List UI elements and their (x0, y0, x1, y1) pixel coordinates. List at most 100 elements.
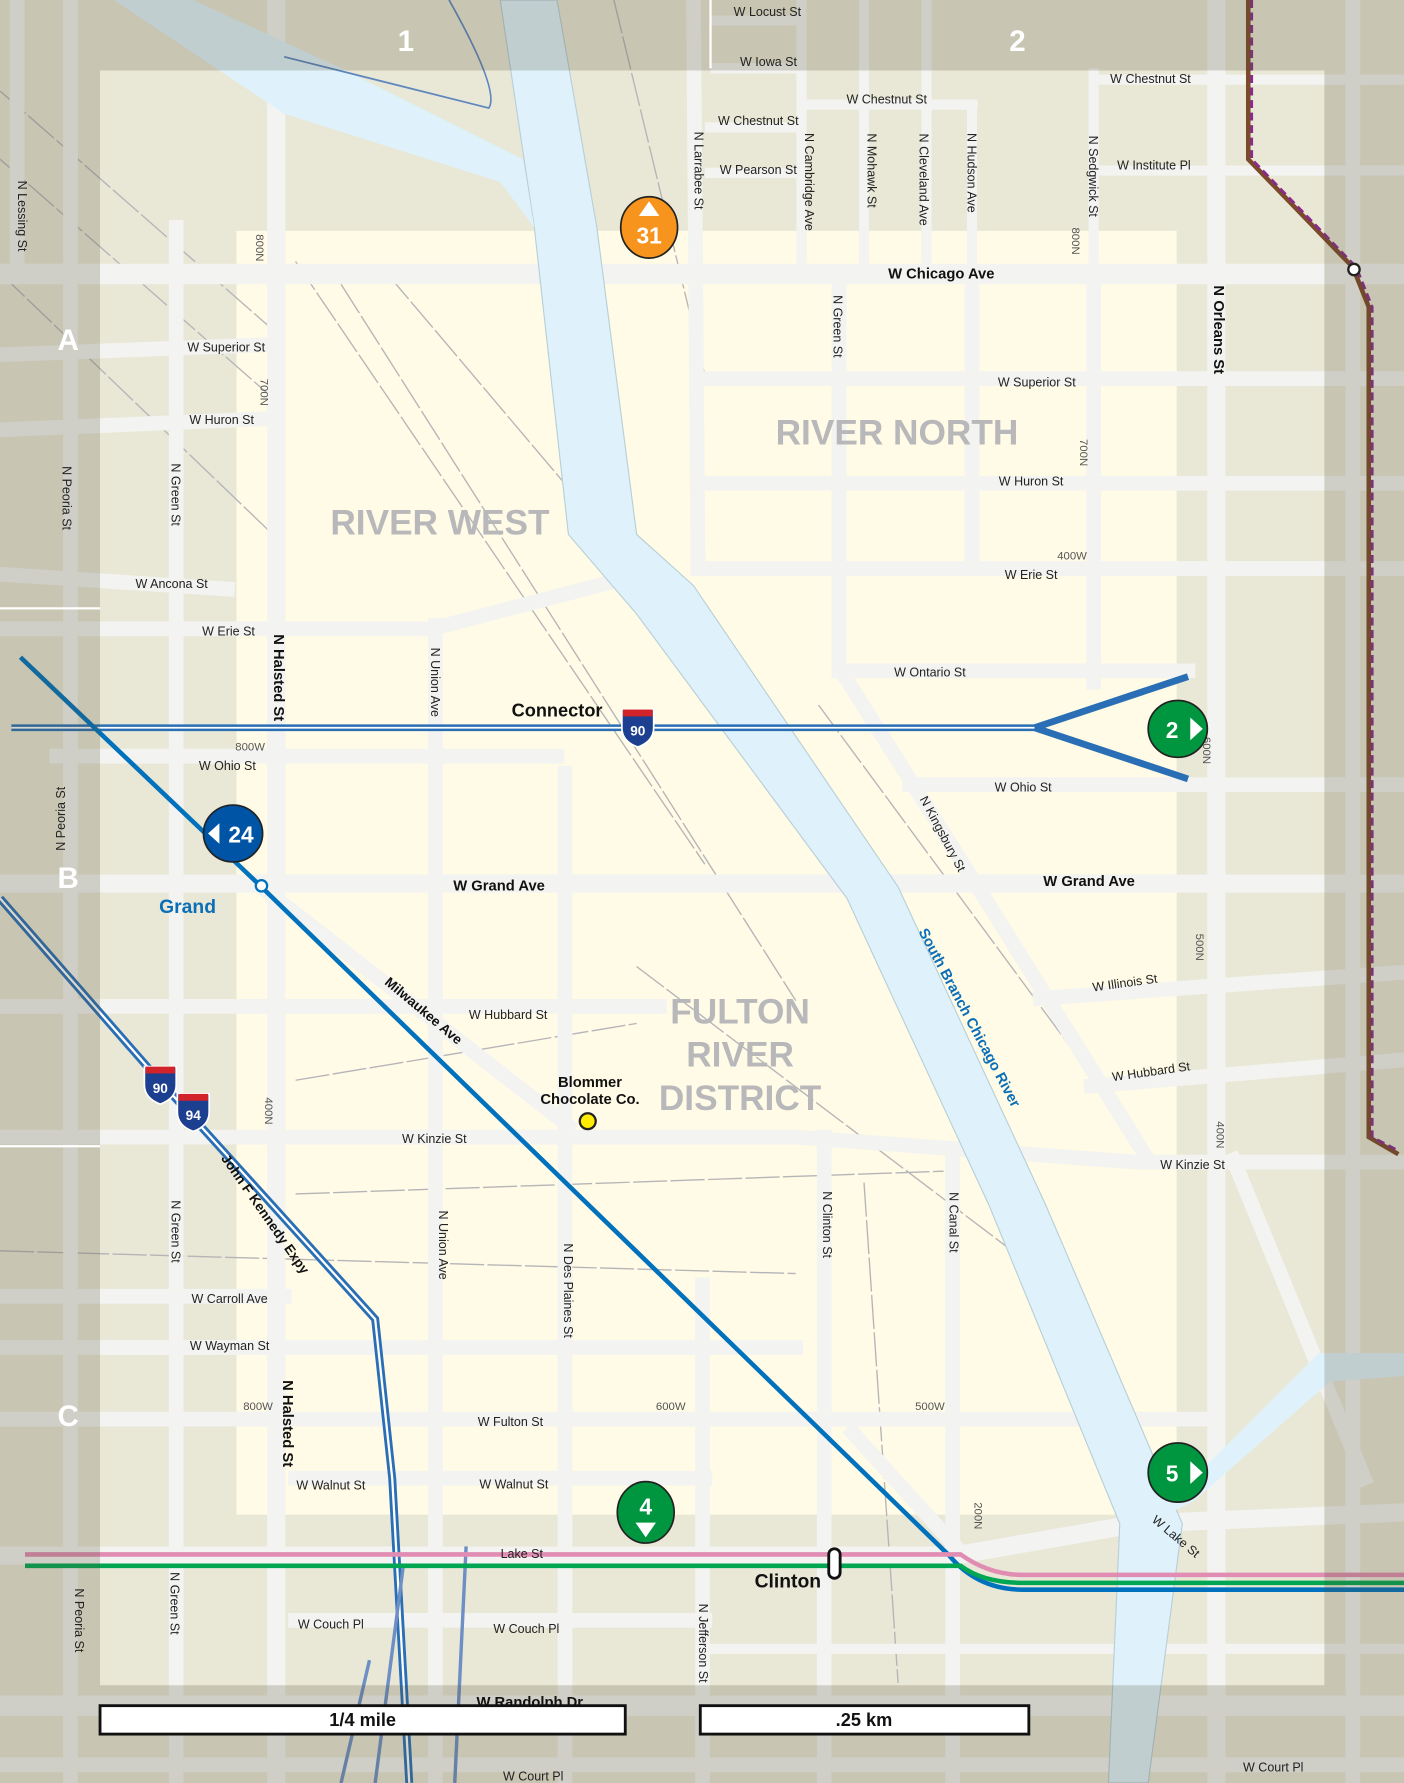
connector-label: Connector (512, 700, 603, 720)
block-label: 400N (1213, 1121, 1225, 1148)
grid-row-a: A (58, 324, 79, 357)
street-label: W Ohio St (199, 759, 256, 773)
neighborhood-river-north: RIVER NORTH (776, 414, 1019, 453)
grid-row-c: C (58, 1400, 79, 1433)
street-label: W Court Pl (503, 1770, 563, 1783)
street-label: N Mohawk St (864, 133, 878, 208)
interstate-90-shield-icon: 90 (621, 708, 655, 748)
marker-number: 24 (228, 822, 254, 848)
street-label: W Huron St (999, 475, 1064, 489)
street-label: N Peoria St (72, 1588, 86, 1652)
route-marker-2[interactable]: 2 (1147, 699, 1209, 759)
transit-map: 1 2 A B C RIVER WEST RIVER NORTH FULTON … (0, 0, 1404, 1783)
clinton-station-label: Clinton (755, 1571, 821, 1592)
chicago-station-icon[interactable] (1347, 262, 1361, 277)
interstate-90-shield-icon: 90 (143, 1065, 178, 1106)
street-label: W Grand Ave (453, 878, 545, 894)
block-label: 800W (243, 1401, 273, 1413)
block-label: 800W (235, 741, 265, 753)
marker-number: 4 (639, 1494, 652, 1520)
street-label: N Clinton St (820, 1191, 834, 1258)
street-label: W Pearson St (720, 163, 798, 177)
scale-bar-miles: 1/4 mile (98, 1704, 627, 1736)
street-label: W Kinzie St (1160, 1158, 1225, 1172)
route-marker-24[interactable]: 24 (202, 804, 264, 863)
street-label: W Ancona St (136, 577, 209, 591)
neighborhood-fulton-2: RIVER (686, 1036, 794, 1075)
shield-number: 90 (630, 724, 646, 739)
street-label: N Green St (169, 463, 183, 526)
grand-station-icon[interactable] (254, 878, 269, 893)
interstate-94-shield-icon: 94 (176, 1093, 211, 1133)
marker-number: 31 (636, 222, 661, 248)
street-label: N Union Ave (436, 1211, 450, 1280)
street-label: W Fulton St (478, 1415, 544, 1429)
grid-row-b: B (58, 862, 79, 895)
block-label: 200N (971, 1502, 983, 1529)
street-label: N Green St (168, 1572, 182, 1635)
street-label: W Ontario St (894, 666, 966, 680)
street-label: N Union Ave (428, 648, 442, 717)
route-marker-4[interactable]: 4 (616, 1480, 675, 1544)
street-label: W Walnut St (296, 1479, 366, 1493)
street-label: N Halsted St (279, 1380, 295, 1467)
street-label: W Couch Pl (493, 1622, 559, 1636)
street-label: N Sedgwick St (1086, 136, 1100, 218)
street-label: W Carroll Ave (192, 1292, 268, 1306)
street-label: W Superior St (187, 340, 265, 354)
street-label: W Superior St (998, 376, 1076, 390)
shield-number: 90 (153, 1081, 169, 1096)
street-label: N Hudson Ave (964, 133, 978, 213)
neighborhood-fulton-3: DISTRICT (659, 1079, 822, 1118)
street-label: W Wayman St (190, 1339, 270, 1353)
route-marker-5[interactable]: 5 (1147, 1442, 1209, 1503)
street-label: W Chicago Ave (888, 267, 994, 283)
street-label: N Green St (169, 1200, 183, 1263)
block-label: 800N (253, 234, 265, 261)
street-label: W Couch Pl (298, 1617, 364, 1631)
street-label: N Peoria St (54, 786, 68, 850)
street-label: N Halsted St (270, 634, 286, 721)
block-label: 400W (1057, 550, 1087, 562)
landmark-dot-icon[interactable] (578, 1112, 597, 1131)
scale-km-label: .25 km (836, 1710, 893, 1730)
street-label: Lake St (501, 1547, 544, 1561)
block-label: 400N (262, 1097, 274, 1124)
street-label: W Iowa St (740, 55, 797, 69)
street-label: W Grand Ave (1043, 874, 1135, 890)
street-label: W Court Pl (1243, 1761, 1303, 1775)
street-label: N Des Plaines St (561, 1243, 575, 1338)
street-label: W Huron St (189, 413, 254, 427)
shield-number: 94 (186, 1108, 202, 1123)
street-label: W Kinzie St (402, 1132, 467, 1146)
street-label: W Institute Pl (1117, 158, 1191, 172)
street-label: N Jefferson St (696, 1604, 710, 1684)
scale-miles-label: 1/4 mile (329, 1710, 396, 1730)
street-label: N Peoria St (60, 466, 74, 530)
street-label: W Walnut St (479, 1477, 549, 1491)
street-label: W Chestnut St (718, 114, 799, 128)
clinton-station-icon[interactable] (827, 1547, 842, 1580)
grand-station-label: Grand (159, 897, 216, 918)
street-label: W Hubbard St (469, 1008, 548, 1022)
block-label: 600W (656, 1401, 686, 1413)
route-marker-31[interactable]: 31 (619, 195, 679, 259)
landmark-label: Chocolate Co. (540, 1092, 639, 1108)
grid-col-1: 1 (398, 25, 414, 58)
street-label: W Locust St (734, 5, 802, 19)
street-label: W Erie St (202, 625, 255, 639)
street-label: N Cleveland Ave (917, 134, 931, 226)
block-label: 500W (915, 1401, 945, 1413)
street-label: W Chestnut St (1110, 72, 1191, 86)
neighborhood-river-west: RIVER WEST (330, 503, 550, 542)
street-label: W Erie St (1005, 568, 1058, 582)
street-label: N Green St (830, 295, 844, 358)
marker-number: 5 (1166, 1461, 1179, 1487)
street-label: N Canal St (946, 1192, 960, 1253)
street-label: N Larrabee St (692, 132, 706, 210)
landmark-label: Blommer (558, 1075, 622, 1091)
street-label: N Lessing St (15, 181, 29, 252)
block-label: 700N (257, 379, 269, 406)
block-label: 500N (1193, 934, 1205, 961)
street-label: N Cambridge Ave (802, 133, 816, 231)
